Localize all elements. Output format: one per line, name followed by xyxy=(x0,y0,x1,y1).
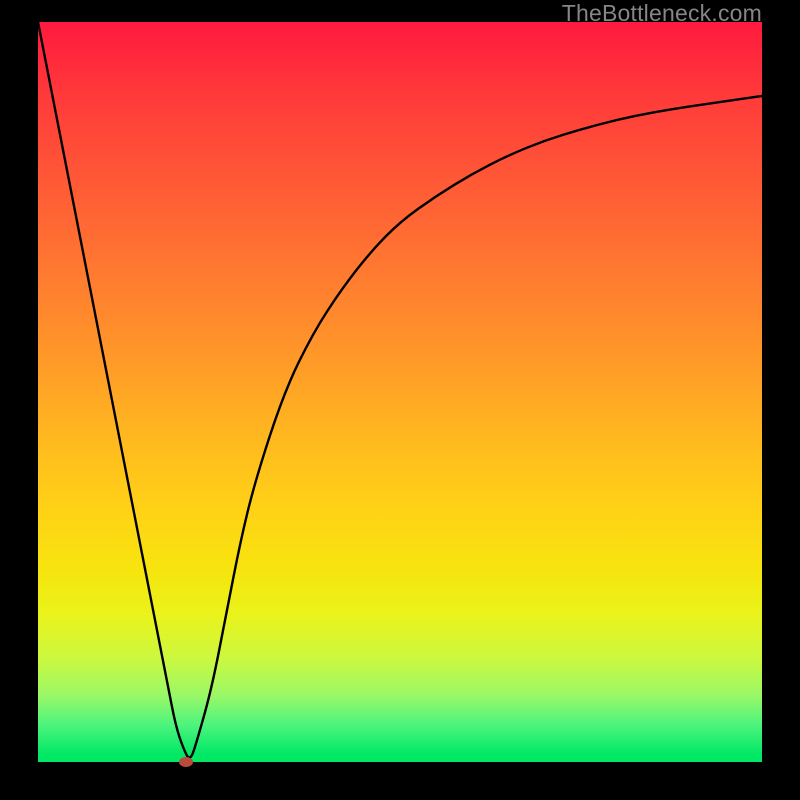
plot-area xyxy=(38,22,762,762)
minimum-marker-dot xyxy=(179,757,193,767)
watermark-text: TheBottleneck.com xyxy=(562,0,762,27)
chart-frame: TheBottleneck.com xyxy=(0,0,800,800)
bottleneck-curve xyxy=(38,22,762,762)
